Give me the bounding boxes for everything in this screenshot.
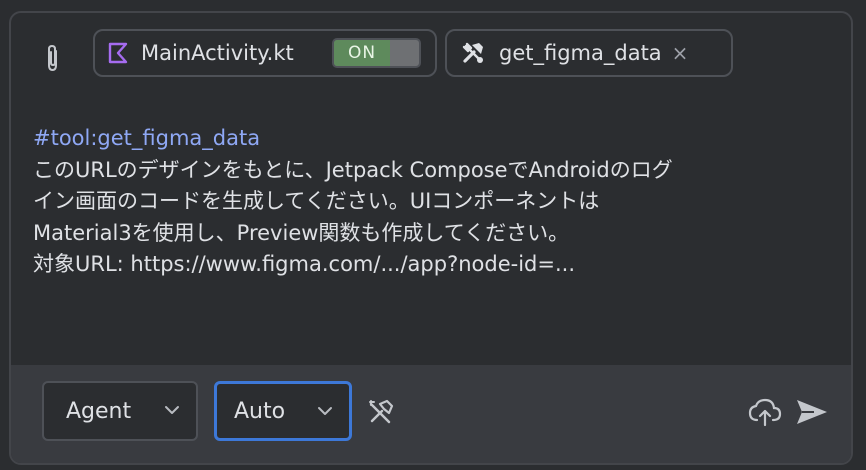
prompt-line: 対象URL: https://www.figma.com/.../app?nod…: [33, 252, 575, 276]
toggle-on-label: ON: [334, 40, 390, 66]
file-chip-label: MainActivity.kt: [141, 41, 294, 65]
send-icon[interactable]: [794, 396, 830, 428]
cloud-upload-icon[interactable]: [747, 395, 783, 429]
remove-tool-chip-button[interactable]: ×: [672, 41, 689, 65]
kotlin-file-icon: [108, 42, 128, 64]
attach-button[interactable]: [41, 41, 65, 75]
tool-chip-label: get_figma_data: [499, 41, 662, 65]
context-chip-tool[interactable]: get_figma_data ×: [445, 29, 733, 77]
model-dropdown[interactable]: Auto: [214, 381, 352, 441]
mode-dropdown-value: Agent: [66, 398, 132, 424]
context-chip-file[interactable]: MainActivity.kt ON: [93, 29, 437, 77]
chevron-down-icon: [165, 406, 179, 414]
file-context-toggle[interactable]: ON: [332, 38, 421, 68]
chat-input-panel: MainActivity.kt ON get_figma_data × #too…: [9, 11, 853, 465]
tools-icon[interactable]: [365, 396, 397, 428]
tool-reference: #tool:get_figma_data: [33, 126, 261, 150]
prompt-line: イン画面のコードを生成してください。UIコンポーネントは: [33, 189, 600, 213]
paperclip-icon: [48, 44, 57, 72]
chevron-down-icon: [318, 407, 332, 415]
prompt-line: このURLのデザインをもとに、Jetpack ComposeでAndroidのロ…: [33, 157, 673, 182]
mode-dropdown[interactable]: Agent: [42, 381, 198, 441]
model-dropdown-value: Auto: [234, 398, 286, 424]
prompt-textarea[interactable]: #tool:get_figma_data このURLのデザインをもとに、Jetp…: [33, 123, 833, 281]
tools-icon: [462, 42, 483, 63]
prompt-line: Material3を使用し、Preview関数も作成してください。: [33, 220, 570, 245]
